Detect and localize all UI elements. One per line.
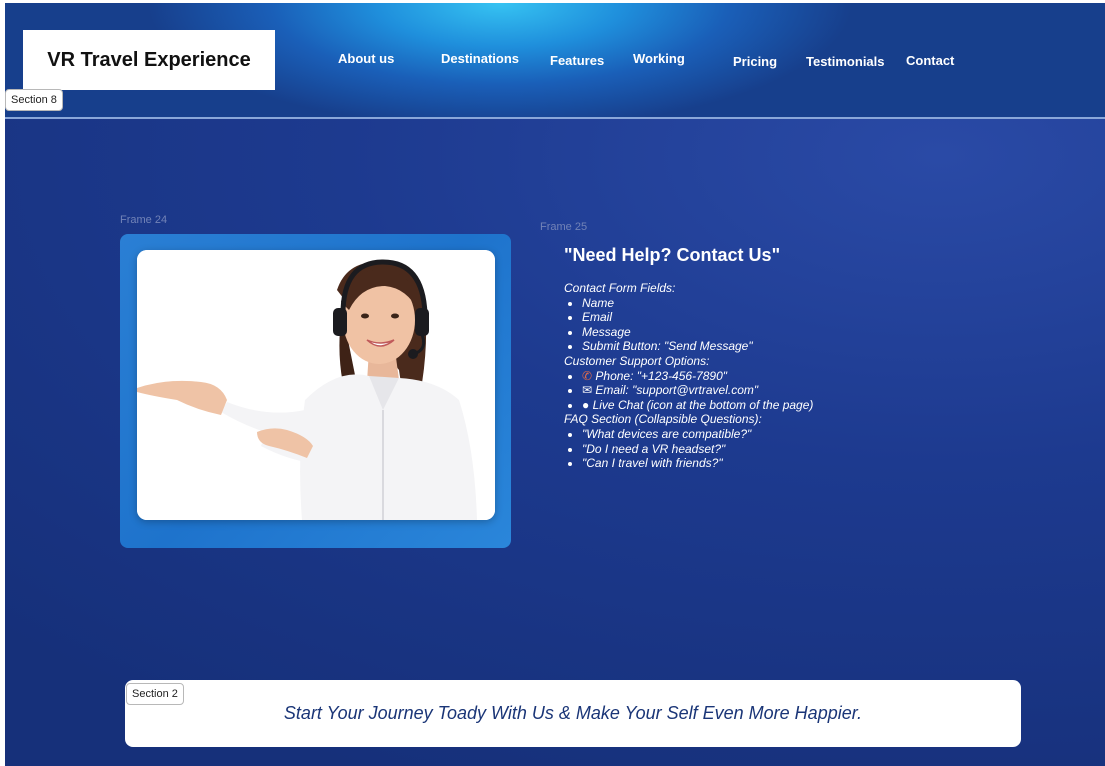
cta-banner: Start Your Journey Toady With Us & Make … bbox=[125, 680, 1021, 747]
list-item: "What devices are compatible?" bbox=[582, 427, 1004, 442]
logo[interactable]: VR Travel Experience bbox=[23, 30, 275, 90]
nav-about-us[interactable]: About us bbox=[338, 51, 394, 66]
nav-contact[interactable]: Contact bbox=[906, 53, 954, 68]
email-icon: ✉ bbox=[582, 383, 593, 398]
support-options-list: ✆ Phone: "+123-456-7890" ✉ Email: "suppo… bbox=[564, 369, 1004, 413]
list-item: "Can I travel with friends?" bbox=[582, 456, 1004, 471]
support-options-heading: Customer Support Options: bbox=[564, 353, 710, 368]
list-item: Email bbox=[582, 310, 1004, 325]
support-email: Email: "support@vrtravel.com" bbox=[595, 383, 759, 398]
section-2-tag: Section 2 bbox=[126, 683, 184, 705]
support-phone: Phone: "+123-456-7890" bbox=[595, 368, 728, 383]
list-item: "Do I need a VR headset?" bbox=[582, 442, 1004, 457]
list-item: ✉ Email: "support@vrtravel.com" bbox=[582, 383, 1004, 398]
support-live-chat: Live Chat (icon at the bottom of the pag… bbox=[592, 397, 814, 412]
list-item: ✆ Phone: "+123-456-7890" bbox=[582, 369, 1004, 384]
faq-list: "What devices are compatible?" "Do I nee… bbox=[564, 427, 1004, 471]
form-fields-list: Name Email Message Submit Button: "Send … bbox=[564, 296, 1004, 354]
chat-icon: ● bbox=[582, 397, 590, 412]
frame-25-label: Frame 25 bbox=[540, 221, 588, 233]
frame-24-label: Frame 24 bbox=[120, 214, 168, 226]
list-item: ● Live Chat (icon at the bottom of the p… bbox=[582, 398, 1004, 413]
frame-25: "Need Help? Contact Us" Contact Form Fie… bbox=[564, 245, 1004, 471]
cta-text: Start Your Journey Toady With Us & Make … bbox=[283, 703, 863, 723]
faq-heading: FAQ Section (Collapsible Questions): bbox=[564, 412, 762, 427]
nav-destinations[interactable]: Destinations bbox=[441, 51, 519, 66]
frame-24 bbox=[120, 234, 511, 548]
list-item: Submit Button: "Send Message" bbox=[582, 339, 1004, 354]
contact-content: Contact Form Fields: Name Email Message … bbox=[564, 281, 1004, 471]
section-8-tag: Section 8 bbox=[5, 89, 63, 111]
phone-icon: ✆ bbox=[582, 368, 593, 383]
nav-pricing[interactable]: Pricing bbox=[733, 54, 777, 69]
contact-title: "Need Help? Contact Us" bbox=[564, 245, 781, 265]
form-fields-heading: Contact Form Fields: bbox=[564, 281, 676, 295]
support-agent-photo bbox=[137, 250, 495, 520]
nav-features[interactable]: Features bbox=[550, 53, 604, 68]
page-canvas: VR Travel Experience About us Destinatio… bbox=[5, 3, 1105, 766]
support-agent-illustration bbox=[137, 250, 495, 520]
logo-text: VR Travel Experience bbox=[47, 48, 251, 71]
list-item: Name bbox=[582, 296, 1004, 311]
nav-testimonials[interactable]: Testimonials bbox=[806, 54, 885, 69]
header: VR Travel Experience About us Destinatio… bbox=[5, 3, 1105, 119]
list-item: Message bbox=[582, 325, 1004, 340]
nav-working[interactable]: Working bbox=[633, 51, 685, 66]
